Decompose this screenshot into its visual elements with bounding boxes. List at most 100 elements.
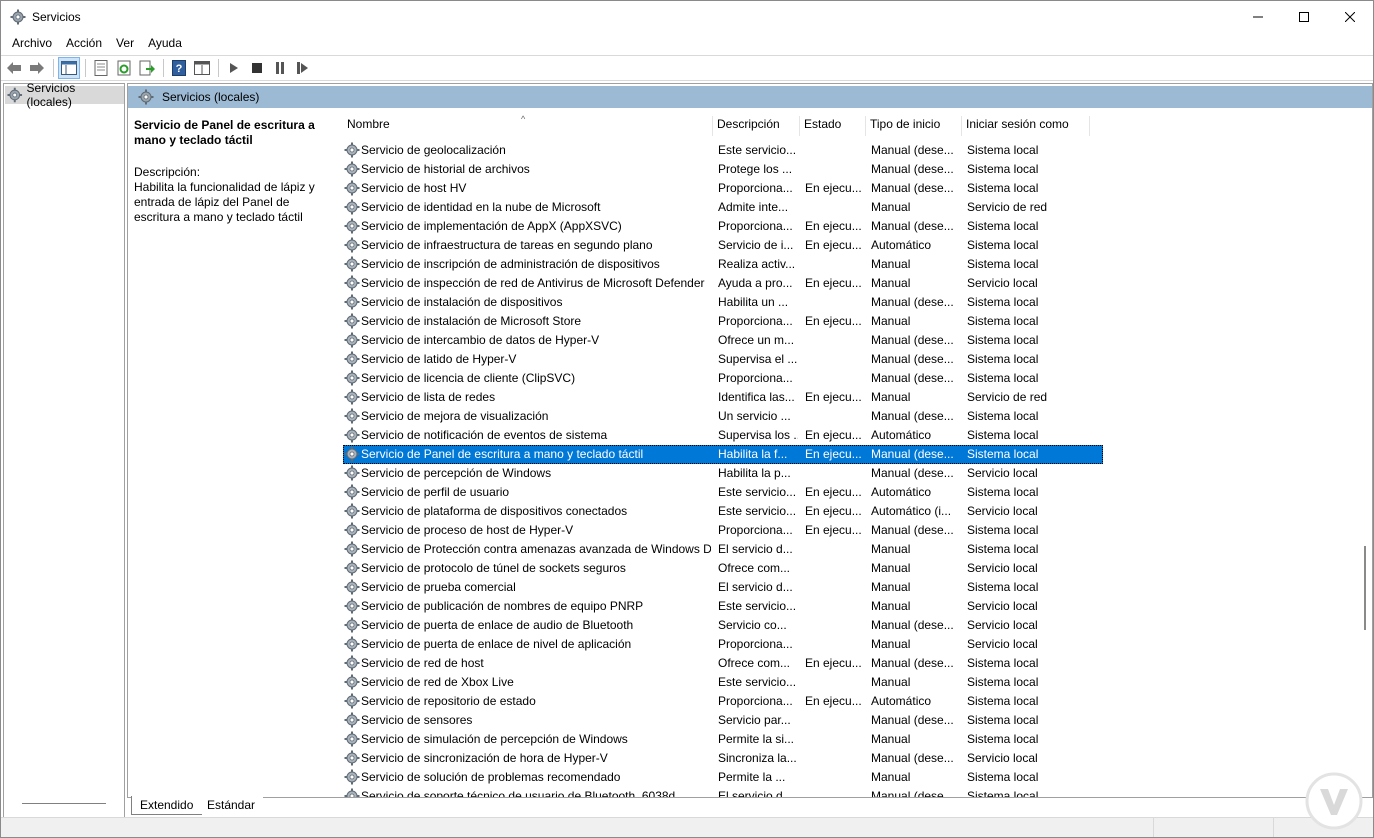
description-panel: Servicio de Panel de escritura a mano y … (134, 118, 334, 225)
service-logon-as: Servicio local (967, 504, 1038, 518)
table-row[interactable]: Servicio de geolocalización Este servicio… (343, 141, 1103, 160)
service-description: Sincroniza la... (718, 751, 797, 765)
service-status: En ejecu... (805, 447, 862, 461)
service-status: En ejecu... (805, 314, 862, 328)
table-row[interactable]: Servicio de publicación de nombres de eq… (343, 597, 1103, 616)
table-row[interactable]: Servicio de host HV Proporciona... En ejec… (343, 179, 1103, 198)
table-row[interactable]: Servicio de instalación de dispositivos H… (343, 293, 1103, 312)
maximize-button[interactable] (1281, 1, 1327, 32)
table-row[interactable]: Servicio de notificación de eventos de s… (343, 426, 1103, 445)
service-logon-as: Sistema local (967, 675, 1039, 689)
window-title: Servicios (32, 9, 81, 24)
service-description: Permite la si... (718, 732, 795, 746)
service-name: Servicio de plataforma de dispositivos c… (361, 504, 628, 518)
title-bar[interactable]: Servicios (1, 1, 1373, 32)
service-startup-type: Manual (dese... (871, 713, 954, 727)
pause-service-button[interactable] (269, 57, 291, 79)
table-row[interactable]: Servicio de plataforma de dispositivos c… (343, 502, 1103, 521)
services-gear-icon (138, 89, 154, 105)
column-header-nombre[interactable]: Nombre ^ (343, 114, 713, 136)
service-logon-as: Sistema local (967, 238, 1039, 252)
column-header-iniciar-sesion[interactable]: Iniciar sesión como (962, 116, 1090, 136)
table-row[interactable]: Servicio de identidad en la nube de Micr… (343, 198, 1103, 217)
show-console-tree-button[interactable] (58, 57, 80, 79)
table-row[interactable]: Servicio de latido de Hyper-V Supervisa e… (343, 350, 1103, 369)
table-row[interactable]: Servicio de percepción de Windows Habilit… (343, 464, 1103, 483)
service-startup-type: Manual (871, 732, 911, 746)
sort-ascending-icon: ^ (521, 114, 526, 124)
service-gear-icon (344, 161, 360, 177)
table-row[interactable]: Servicio de lista de redes Identifica las… (343, 388, 1103, 407)
table-row[interactable]: Servicio de puerta de enlace de audio de… (343, 616, 1103, 635)
column-header-tipo-inicio[interactable]: Tipo de inicio (866, 116, 962, 136)
export-list-button[interactable] (136, 57, 158, 79)
table-row[interactable]: Servicio de perfil de usuario Este servic… (343, 483, 1103, 502)
service-gear-icon (344, 332, 360, 348)
start-service-button[interactable] (223, 57, 245, 79)
menu-ayuda[interactable]: Ayuda (141, 36, 189, 50)
table-row[interactable]: Servicio de repositorio de estado Proporc… (343, 692, 1103, 711)
table-row[interactable]: Servicio de protocolo de túnel de socket… (343, 559, 1103, 578)
service-gear-icon (344, 218, 360, 234)
menu-archivo[interactable]: Archivo (5, 36, 59, 50)
menu-accion[interactable]: Acción (59, 36, 109, 50)
minimize-button[interactable] (1235, 1, 1281, 32)
service-gear-icon (344, 351, 360, 367)
table-row[interactable]: Servicio de solución de problemas recome… (343, 768, 1103, 787)
column-header-estado[interactable]: Estado (800, 116, 866, 136)
table-row[interactable]: Servicio de instalación de Microsoft Sto… (343, 312, 1103, 331)
table-row[interactable]: Servicio de inspección de red de Antivir… (343, 274, 1103, 293)
service-gear-icon (344, 237, 360, 253)
service-logon-as: Sistema local (967, 713, 1039, 727)
table-row[interactable]: Servicio de inscripción de administració… (343, 255, 1103, 274)
service-startup-type: Manual (dese... (871, 656, 954, 670)
services-list: Nombre ^ Descripción Estado Tipo de inic… (343, 110, 1355, 797)
tab-extendido[interactable]: Extendido (131, 796, 203, 815)
close-button[interactable] (1327, 1, 1373, 32)
table-row[interactable]: Servicio de infraestructura de tareas en… (343, 236, 1103, 255)
scrollbar-thumb[interactable] (1364, 546, 1366, 630)
tree-item-servicios-locales[interactable]: Servicios (locales) (5, 81, 124, 109)
show-action-pane-button[interactable] (191, 57, 213, 79)
table-row[interactable]: Servicio de intercambio de datos de Hype… (343, 331, 1103, 350)
service-status: En ejecu... (805, 276, 862, 290)
table-row[interactable]: Servicio de sincronización de hora de Hy… (343, 749, 1103, 768)
service-logon-as: Sistema local (967, 770, 1039, 784)
forward-button[interactable] (26, 57, 48, 79)
service-startup-type: Manual (dese... (871, 333, 954, 347)
properties-button[interactable] (90, 57, 112, 79)
table-row[interactable]: Servicio de Protección contra amenazas a… (343, 540, 1103, 559)
service-description: Este servicio... (718, 504, 797, 518)
table-row[interactable]: Servicio de puerta de enlace de nivel de… (343, 635, 1103, 654)
refresh-button[interactable] (113, 57, 135, 79)
vertical-scrollbar[interactable] (1359, 110, 1371, 795)
service-gear-icon (344, 142, 360, 158)
table-row[interactable]: Servicio de proceso de host de Hyper-V Pr… (343, 521, 1103, 540)
description-text[interactable]: Habilita la funcionalidad de lápiz y ent… (134, 180, 334, 225)
table-row[interactable]: Servicio de red de host Ofrece com... En e… (343, 654, 1103, 673)
services-gear-icon (10, 9, 26, 24)
column-header-descripcion[interactable]: Descripción (713, 116, 800, 136)
table-row[interactable]: Servicio de simulación de percepción de … (343, 730, 1103, 749)
service-logon-as: Sistema local (967, 219, 1039, 233)
table-row[interactable]: Servicio de mejora de visualización Un se… (343, 407, 1103, 426)
service-logon-as: Sistema local (967, 143, 1039, 157)
table-row[interactable]: Servicio de Panel de escritura a mano y … (343, 445, 1103, 464)
selected-service-title: Servicio de Panel de escritura a mano y … (134, 118, 315, 147)
service-logon-as: Sistema local (967, 181, 1039, 195)
table-row[interactable]: Servicio de red de Xbox Live Este servici… (343, 673, 1103, 692)
back-button[interactable] (3, 57, 25, 79)
refresh-icon (117, 60, 131, 76)
restart-service-button[interactable] (292, 57, 314, 79)
menu-ver[interactable]: Ver (109, 36, 141, 50)
help-button[interactable]: ? (168, 57, 190, 79)
view-tabs: Extendido Estándar (127, 796, 1371, 816)
stop-service-button[interactable] (246, 57, 268, 79)
table-row[interactable]: Servicio de prueba comercial El servicio … (343, 578, 1103, 597)
table-row[interactable]: Servicio de historial de archivos Protege… (343, 160, 1103, 179)
table-row[interactable]: Servicio de licencia de cliente (ClipSVC… (343, 369, 1103, 388)
table-row[interactable]: Servicio de sensores Servicio par... Manua… (343, 711, 1103, 730)
service-logon-as: Sistema local (967, 694, 1039, 708)
tab-estandar[interactable]: Estándar (199, 796, 264, 814)
table-row[interactable]: Servicio de implementación de AppX (AppX… (343, 217, 1103, 236)
